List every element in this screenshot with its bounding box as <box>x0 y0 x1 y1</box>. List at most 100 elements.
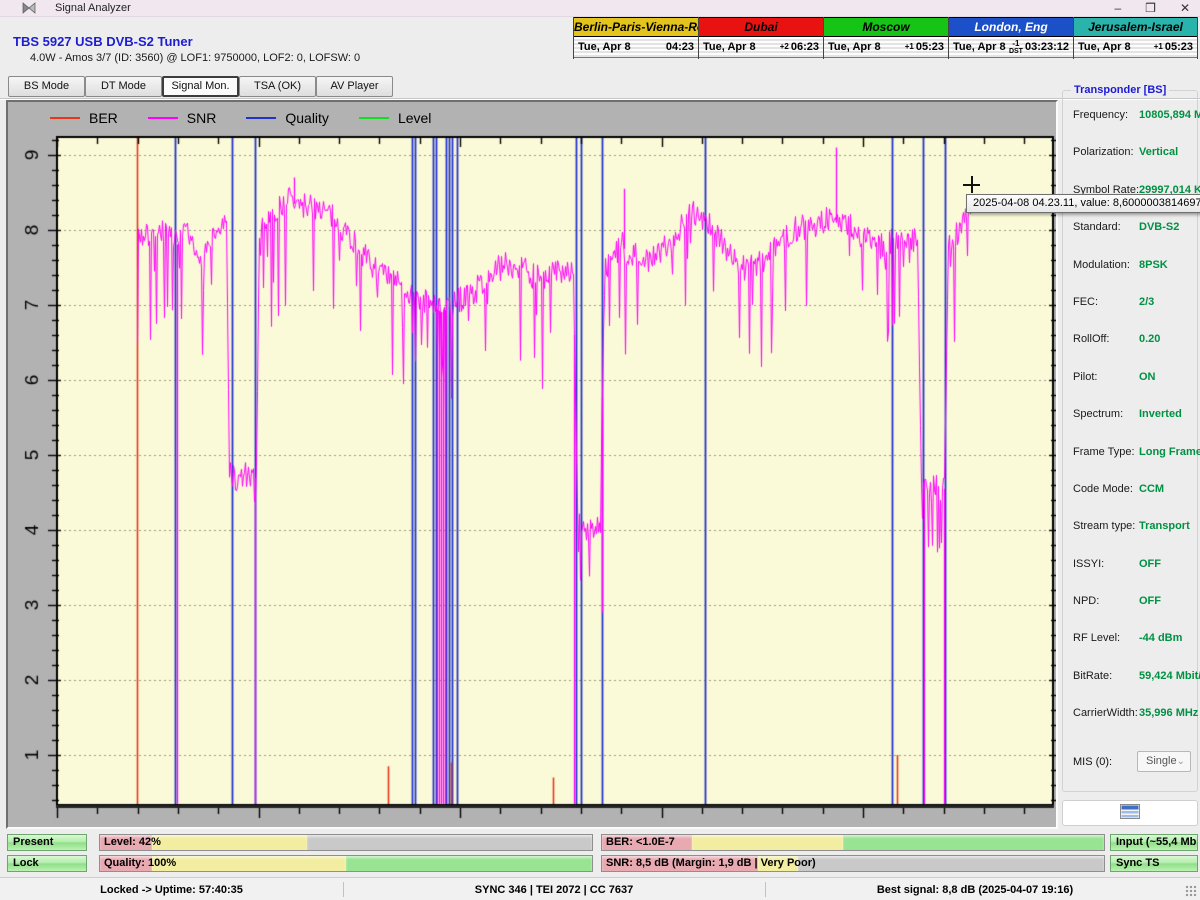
tab-signal-mon-[interactable]: Signal Mon. <box>162 76 239 97</box>
field-label: Modulation: <box>1073 259 1130 271</box>
legend-item-level: Level <box>359 110 431 126</box>
clock-datetime: Tue, Apr 8+206:23 <box>699 37 823 58</box>
clock-time: 05:23 <box>1165 41 1193 53</box>
minimize-button[interactable]: – <box>1114 0 1121 17</box>
clock-2: Moscow Tue, Apr 8+105:23 <box>823 17 948 59</box>
bar-segment-gray <box>798 856 1104 871</box>
clock-city: London, Eng <box>949 17 1073 37</box>
bar-segment-yellow <box>692 835 843 850</box>
tuner-title: TBS 5927 USB DVB-S2 Tuner <box>13 34 193 49</box>
resize-grip[interactable] <box>1185 885 1197 897</box>
legend-item-snr: SNR <box>148 110 217 126</box>
ber-bar: BER: <1.0E-7 <box>601 834 1105 851</box>
field-label: Standard: <box>1073 221 1121 233</box>
field-value: Vertical <box>1139 146 1178 158</box>
clock-utc-offset: +2 <box>780 43 789 51</box>
transponder-row: Code Mode: CCM <box>1063 479 1197 516</box>
field-label: Spectrum: <box>1073 408 1123 420</box>
field-value: 10805,894 MHz <box>1139 109 1200 121</box>
sync-ts-button[interactable]: Sync TS <box>1110 855 1198 872</box>
mis-selected-value: Single <box>1146 755 1177 767</box>
tab-dt-mode[interactable]: DT Mode <box>85 76 162 97</box>
field-label: Polarization: <box>1073 146 1134 158</box>
status-uptime: Locked -> Uptime: 57:40:35 <box>0 878 343 900</box>
field-label: CarrierWidth: <box>1073 707 1138 719</box>
tab-bar: BS ModeDT ModeSignal Mon.TSA (OK)AV Play… <box>8 76 393 97</box>
tab-bs-mode[interactable]: BS Mode <box>8 76 85 97</box>
clock-4: Jerusalem-IsraelTue, Apr 8+105:23 <box>1073 17 1198 59</box>
clock-0: Berlin-Paris-Vienna-Roma Tue, Apr 804:23 <box>573 17 698 59</box>
field-value: 35,996 MHz <box>1139 707 1198 719</box>
clock-city: Berlin-Paris-Vienna-Roma <box>574 17 698 37</box>
mis-row: MIS (0): Single ⌄ <box>1063 751 1197 775</box>
field-label: Frequency: <box>1073 109 1128 121</box>
legend-label: Quality <box>285 110 329 126</box>
legend-label: SNR <box>187 110 217 126</box>
clock-city: Dubai <box>699 17 823 37</box>
field-value: 2/3 <box>1139 296 1154 308</box>
bar-segment-green <box>843 835 1104 850</box>
clock-time: 05:23 <box>916 41 944 53</box>
clock-date: Tue, Apr 8 <box>1078 41 1154 53</box>
clock-3: London, EngTue, Apr 8-1DST03:23:12 <box>948 17 1073 59</box>
field-label: ISSYI: <box>1073 558 1104 570</box>
world-clocks: Berlin-Paris-Vienna-RomaTue, Apr 804:23D… <box>573 17 1198 59</box>
field-value: 8PSK <box>1139 259 1168 271</box>
close-button[interactable]: ✕ <box>1180 0 1190 17</box>
signal-chart-panel: BERSNRQualityLevel <box>6 100 1058 829</box>
field-value: OFF <box>1139 595 1161 607</box>
clock-1: DubaiTue, Apr 8+206:23 <box>698 17 823 59</box>
field-value: DVB-S2 <box>1139 221 1179 233</box>
bar-segment-green <box>346 856 592 871</box>
chevron-down-icon: ⌄ <box>1177 752 1185 771</box>
tab-tsa-ok-[interactable]: TSA (OK) <box>239 76 316 97</box>
spectrum-view-button[interactable] <box>1062 800 1198 826</box>
window-title: Signal Analyzer <box>55 2 131 14</box>
transponder-row: RF Level:-44 dBm <box>1063 628 1197 665</box>
transponder-row: Frequency: 10805,894 MHz <box>1063 105 1197 142</box>
clock-city: Moscow <box>824 17 948 37</box>
clock-utc-offset: -1DST <box>1009 40 1023 55</box>
crosshair-cursor-icon <box>963 176 980 193</box>
transponder-row: ISSYI:OFF <box>1063 554 1197 591</box>
input-button[interactable]: Input (~55,4 Mbps) <box>1110 834 1198 851</box>
field-value: 0.20 <box>1139 333 1160 345</box>
legend-line-swatch <box>359 117 389 119</box>
field-label: Frame Type: <box>1073 446 1135 458</box>
mis-dropdown[interactable]: Single ⌄ <box>1137 751 1191 772</box>
clock-utc-offset: +1 <box>1154 43 1163 51</box>
field-value: Transport <box>1139 520 1190 532</box>
field-value: CCM <box>1139 483 1164 495</box>
transponder-row: Stream type:Transport <box>1063 516 1197 553</box>
clock-date: Tue, Apr 8 <box>578 41 664 53</box>
field-value: 59,424 Mbit/s <box>1139 670 1200 682</box>
legend-line-swatch <box>148 117 178 119</box>
signal-history-chart[interactable] <box>8 102 1056 827</box>
tuner-subtitle: 4.0W - Amos 3/7 (ID: 3560) @ LOF1: 97500… <box>30 52 360 64</box>
transponder-row: NPD:OFF <box>1063 591 1197 628</box>
clock-utc-offset: +1 <box>905 43 914 51</box>
title-bar: Signal Analyzer – ❒ ✕ <box>0 0 1200 17</box>
transponder-row: Modulation: 8PSK <box>1063 255 1197 292</box>
field-label: Code Mode: <box>1073 483 1133 495</box>
clock-time: 04:23 <box>666 41 694 53</box>
field-label: Pilot: <box>1073 371 1097 383</box>
field-value: ON <box>1139 371 1156 383</box>
tab-av-player[interactable]: AV Player <box>316 76 393 97</box>
field-label: RF Level: <box>1073 632 1120 644</box>
maximize-button[interactable]: ❒ <box>1145 0 1156 17</box>
clock-datetime: Tue, Apr 8-1DST03:23:12 <box>949 37 1073 58</box>
clock-date: Tue, Apr 8 <box>828 41 905 53</box>
signal-analyzer-window: { "window": { "title": "Signal Analyzer"… <box>0 0 1200 900</box>
field-label: RollOff: <box>1073 333 1109 345</box>
legend-line-swatch <box>50 117 80 119</box>
field-value: Long Frame <box>1139 446 1200 458</box>
clock-time: 03:23:12 <box>1025 41 1069 53</box>
field-label: BitRate: <box>1073 670 1112 682</box>
transponder-row: CarrierWidth:35,996 MHz <box>1063 703 1197 740</box>
clock-date: Tue, Apr 8 <box>703 41 780 53</box>
field-value: Inverted <box>1139 408 1182 420</box>
transponder-row: Spectrum: Inverted <box>1063 404 1197 441</box>
bar-label: SNR: 8,5 dB (Margin: 1,9 dB | Very Poor) <box>606 857 816 869</box>
quality-bar: Quality: 100% <box>99 855 593 872</box>
